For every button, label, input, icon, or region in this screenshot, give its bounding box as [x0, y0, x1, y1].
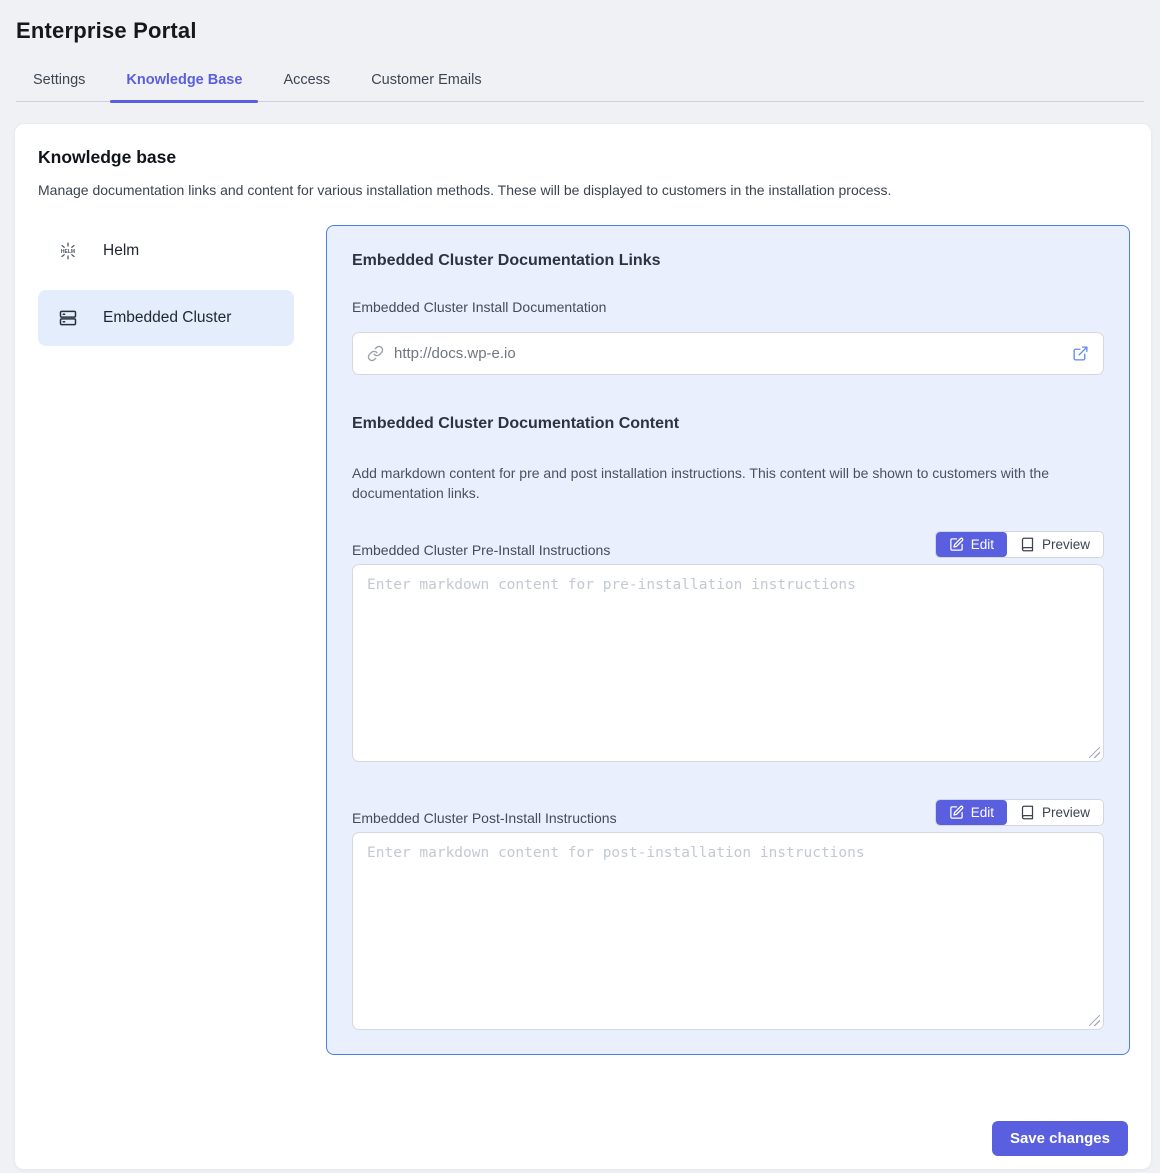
post-install-preview-button[interactable]: Preview: [1007, 800, 1103, 825]
edit-icon: [949, 805, 964, 820]
book-icon: [1020, 805, 1035, 820]
pre-install-label-row: Embedded Cluster Pre-Install Instruction…: [352, 531, 1104, 558]
content-section-description: Add markdown content for pre and post in…: [352, 463, 1104, 504]
helm-icon: HELM: [58, 241, 78, 261]
tab-customer-emails[interactable]: Customer Emails: [355, 62, 497, 101]
post-install-mode-toggle: Edit Preview: [935, 799, 1104, 826]
install-doc-label: Embedded Cluster Install Documentation: [352, 299, 1104, 315]
edit-button-label: Edit: [971, 537, 994, 552]
pre-install-textarea-wrap: [352, 564, 1104, 762]
knowledge-base-card: Knowledge base Manage documentation link…: [14, 123, 1152, 1170]
post-install-textarea[interactable]: [352, 832, 1104, 1030]
sidebar-item-embedded-cluster[interactable]: Embedded Cluster: [38, 290, 294, 346]
link-icon: [367, 345, 384, 362]
pre-install-preview-button[interactable]: Preview: [1007, 532, 1103, 557]
card-title: Knowledge base: [38, 147, 1130, 168]
sidebar-item-label: Helm: [103, 242, 139, 260]
open-link-button[interactable]: [1068, 341, 1093, 366]
preview-button-label: Preview: [1042, 805, 1090, 820]
edit-button-label: Edit: [971, 805, 994, 820]
post-install-label-row: Embedded Cluster Post-Install Instructio…: [352, 799, 1104, 826]
svg-text:HELM: HELM: [61, 248, 75, 254]
tab-access[interactable]: Access: [267, 62, 346, 101]
embedded-cluster-panel: Embedded Cluster Documentation Links Emb…: [326, 225, 1130, 1055]
preview-button-label: Preview: [1042, 537, 1090, 552]
pre-install-label: Embedded Cluster Pre-Install Instruction…: [352, 542, 610, 558]
links-section-title: Embedded Cluster Documentation Links: [352, 252, 1104, 270]
pre-install-textarea[interactable]: [352, 564, 1104, 762]
post-install-textarea-wrap: [352, 832, 1104, 1030]
app-title: Enterprise Portal: [16, 18, 1144, 44]
card-footer: Save changes: [38, 1121, 1130, 1156]
book-icon: [1020, 537, 1035, 552]
page-header: Enterprise Portal Settings Knowledge Bas…: [0, 0, 1160, 102]
sidebar-item-helm[interactable]: HELM Helm: [38, 225, 294, 276]
install-doc-input[interactable]: [394, 345, 1068, 362]
tab-settings[interactable]: Settings: [17, 62, 101, 101]
install-doc-field: [352, 332, 1104, 375]
post-install-edit-button[interactable]: Edit: [936, 800, 1007, 825]
card-subtitle: Manage documentation links and content f…: [38, 182, 1130, 198]
edit-icon: [949, 537, 964, 552]
tab-knowledge-base[interactable]: Knowledge Base: [110, 62, 258, 101]
server-icon: [58, 308, 78, 328]
external-link-icon: [1072, 345, 1089, 362]
sidebar-item-label: Embedded Cluster: [103, 309, 231, 327]
content-section-title: Embedded Cluster Documentation Content: [352, 415, 1104, 433]
tab-bar: Settings Knowledge Base Access Customer …: [16, 62, 1144, 102]
pre-install-edit-button[interactable]: Edit: [936, 532, 1007, 557]
content-row: HELM Helm Embedded Cluster Embedde: [38, 225, 1130, 1055]
install-method-sidebar: HELM Helm Embedded Cluster: [38, 225, 294, 1055]
pre-install-mode-toggle: Edit Preview: [935, 531, 1104, 558]
post-install-label: Embedded Cluster Post-Install Instructio…: [352, 810, 617, 826]
save-changes-button[interactable]: Save changes: [992, 1121, 1128, 1156]
